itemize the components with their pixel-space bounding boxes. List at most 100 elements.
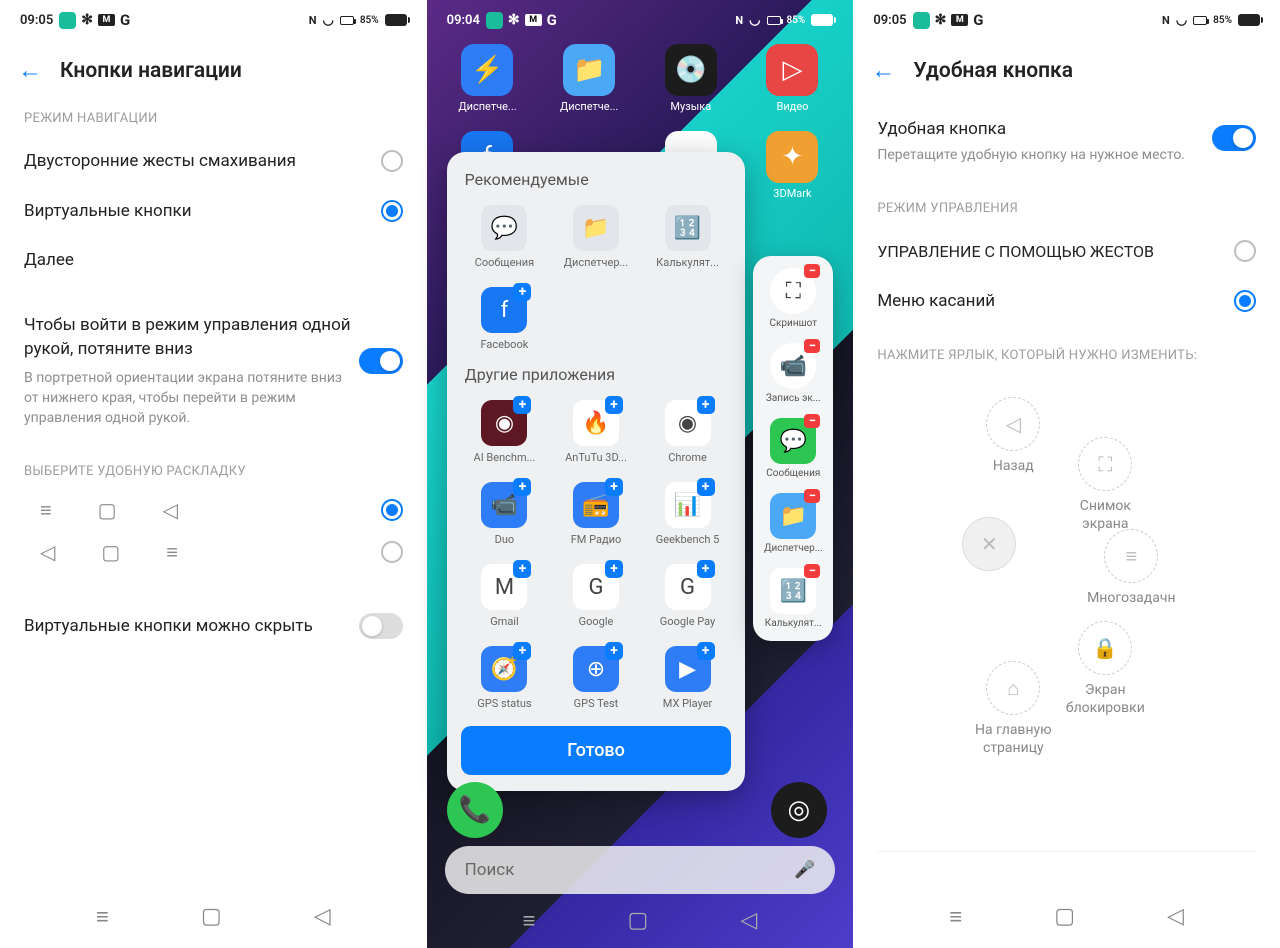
app-icon: 📊+: [665, 482, 711, 528]
section-other-apps: Другие приложения: [461, 361, 732, 396]
dock-icon: 📹−: [770, 343, 816, 389]
back-icon[interactable]: ←: [871, 56, 895, 85]
app-item[interactable]: 🔥+AnTuTu 3D...: [552, 396, 640, 474]
app-item[interactable]: 💬Сообщения: [461, 201, 549, 279]
home-icon[interactable]: ▢: [628, 908, 649, 934]
remove-badge-icon[interactable]: −: [804, 564, 820, 578]
back-icon[interactable]: ◁: [314, 904, 331, 930]
app-item[interactable]: f+Facebook: [461, 283, 549, 361]
shortcut-home[interactable]: ⌂ На главную страницу: [963, 661, 1063, 757]
triangle-icon: ◁: [986, 397, 1040, 451]
radio-on-icon[interactable]: [381, 200, 403, 222]
camera-icon[interactable]: ◎: [771, 782, 827, 838]
home-app[interactable]: ✦3DMark: [751, 131, 833, 200]
app-item[interactable]: 📹+Duo: [461, 478, 549, 556]
system-nav-bar: ≡ ▢ ◁: [853, 890, 1280, 948]
home-app[interactable]: ⚡Диспетче...: [446, 44, 528, 113]
add-badge-icon[interactable]: +: [513, 478, 531, 496]
shortcut-close[interactable]: ✕: [939, 517, 1039, 571]
add-badge-icon[interactable]: +: [605, 396, 623, 414]
triangle-icon: ◁: [40, 542, 55, 562]
header: ← Кнопки навигации: [0, 40, 427, 105]
home-icon[interactable]: ▢: [1054, 904, 1075, 930]
option-one-handed[interactable]: Чтобы войти в режим управления одной рук…: [0, 300, 427, 442]
app-item[interactable]: G+Google Pay: [644, 560, 732, 638]
status-time: 09:05: [20, 13, 53, 28]
add-badge-icon[interactable]: +: [697, 642, 715, 660]
home-icon[interactable]: ▢: [201, 904, 222, 930]
app-item[interactable]: ▶+MX Player: [644, 642, 732, 720]
back-icon[interactable]: ←: [18, 56, 42, 85]
app-item[interactable]: M+Gmail: [461, 560, 549, 638]
dock-item[interactable]: 📹−Запись эк...: [761, 343, 825, 404]
home-app[interactable]: 💿Музыка: [650, 44, 732, 113]
recents-icon[interactable]: ≡: [949, 904, 962, 930]
app-item[interactable]: 🧭+GPS status: [461, 642, 549, 720]
app-item[interactable]: 📁Диспетчер...: [552, 201, 640, 279]
add-badge-icon[interactable]: +: [605, 478, 623, 496]
option-more[interactable]: Далее: [0, 236, 427, 284]
app-label: GPS status: [477, 697, 531, 710]
home-app[interactable]: ▷Видео: [751, 44, 833, 113]
dock-item[interactable]: 💬−Сообщения: [761, 418, 825, 479]
dock-item[interactable]: 🔢−Калькулят...: [761, 568, 825, 629]
add-badge-icon[interactable]: +: [513, 396, 531, 414]
app-item[interactable]: 📊+Geekbench 5: [644, 478, 732, 556]
add-badge-icon[interactable]: +: [513, 283, 531, 301]
shortcut-multitask[interactable]: ≡ Многозадачн: [1081, 529, 1181, 607]
add-badge-icon[interactable]: +: [605, 560, 623, 578]
app-item[interactable]: 🔢Калькулят...: [644, 201, 732, 279]
recents-icon[interactable]: ≡: [523, 908, 536, 934]
add-badge-icon[interactable]: +: [697, 396, 715, 414]
option-tap-menu[interactable]: Меню касаний: [853, 276, 1280, 326]
app-item[interactable]: G+Google: [552, 560, 640, 638]
search-bar[interactable]: Поиск 🎤: [445, 846, 836, 894]
remove-badge-icon[interactable]: −: [804, 264, 820, 278]
menu-icon: ≡: [166, 542, 178, 562]
remove-badge-icon[interactable]: −: [804, 414, 820, 428]
app-item[interactable]: ⊕+GPS Test: [552, 642, 640, 720]
radio-on-icon[interactable]: [381, 499, 403, 521]
shortcut-back[interactable]: ◁ Назад: [963, 397, 1063, 475]
remove-badge-icon[interactable]: −: [804, 489, 820, 503]
app-label: 3DMark: [773, 187, 811, 200]
mic-icon[interactable]: 🎤: [794, 860, 815, 880]
add-badge-icon[interactable]: +: [697, 478, 715, 496]
back-icon[interactable]: ◁: [1167, 904, 1184, 930]
add-badge-icon[interactable]: +: [513, 642, 531, 660]
google-icon: G: [973, 11, 983, 29]
add-badge-icon[interactable]: +: [513, 560, 531, 578]
option-hide-buttons[interactable]: Виртуальные кнопки можно скрыть: [0, 599, 427, 653]
option-gesture-control[interactable]: УПРАВЛЕНИЕ С ПОМОЩЬЮ ЖЕСТОВ: [853, 226, 1280, 276]
app-item[interactable]: 📻+FM Радио: [552, 478, 640, 556]
option-virtual-buttons[interactable]: Виртуальные кнопки: [0, 186, 427, 236]
add-badge-icon[interactable]: +: [697, 560, 715, 578]
radio-off-icon[interactable]: [381, 541, 403, 563]
recents-icon[interactable]: ≡: [96, 904, 109, 930]
app-icon: 📁: [573, 205, 619, 251]
radio-off-icon[interactable]: [381, 150, 403, 172]
dock-item[interactable]: 📁−Диспетчер...: [761, 493, 825, 554]
dock-item[interactable]: ⛶−Скриншот: [761, 268, 825, 329]
add-badge-icon[interactable]: +: [605, 642, 623, 660]
app-item[interactable]: ◉+AI Benchm...: [461, 396, 549, 474]
toggle-hide-buttons[interactable]: [359, 613, 403, 639]
shortcut-lock[interactable]: 🔒 Экран блокировки: [1055, 621, 1155, 717]
radio-off-icon[interactable]: [1234, 240, 1256, 262]
option-gestures[interactable]: Двусторонние жесты смахивания: [0, 136, 427, 186]
back-icon[interactable]: ◁: [740, 908, 757, 934]
option-assistive-toggle[interactable]: Удобная кнопка Перетащите удобную кнопку…: [853, 105, 1280, 179]
remove-badge-icon[interactable]: −: [804, 339, 820, 353]
app-item[interactable]: ◉+Chrome: [644, 396, 732, 474]
layout-option-2[interactable]: ◁▢≡: [0, 531, 427, 573]
home-app[interactable]: 📁Диспетче...: [548, 44, 630, 113]
phone-icon[interactable]: 📞: [447, 782, 503, 838]
shortcut-screenshot[interactable]: ⛶ Снимок экрана: [1055, 437, 1155, 533]
radio-on-icon[interactable]: [1234, 290, 1256, 312]
nfc-icon: N: [1162, 14, 1170, 27]
app-label: AI Benchm...: [474, 451, 536, 464]
toggle-assistive[interactable]: [1212, 125, 1256, 151]
layout-option-1[interactable]: ≡▢◁: [0, 489, 427, 531]
toggle-one-handed[interactable]: [359, 348, 403, 374]
done-button[interactable]: Готово: [461, 726, 732, 775]
